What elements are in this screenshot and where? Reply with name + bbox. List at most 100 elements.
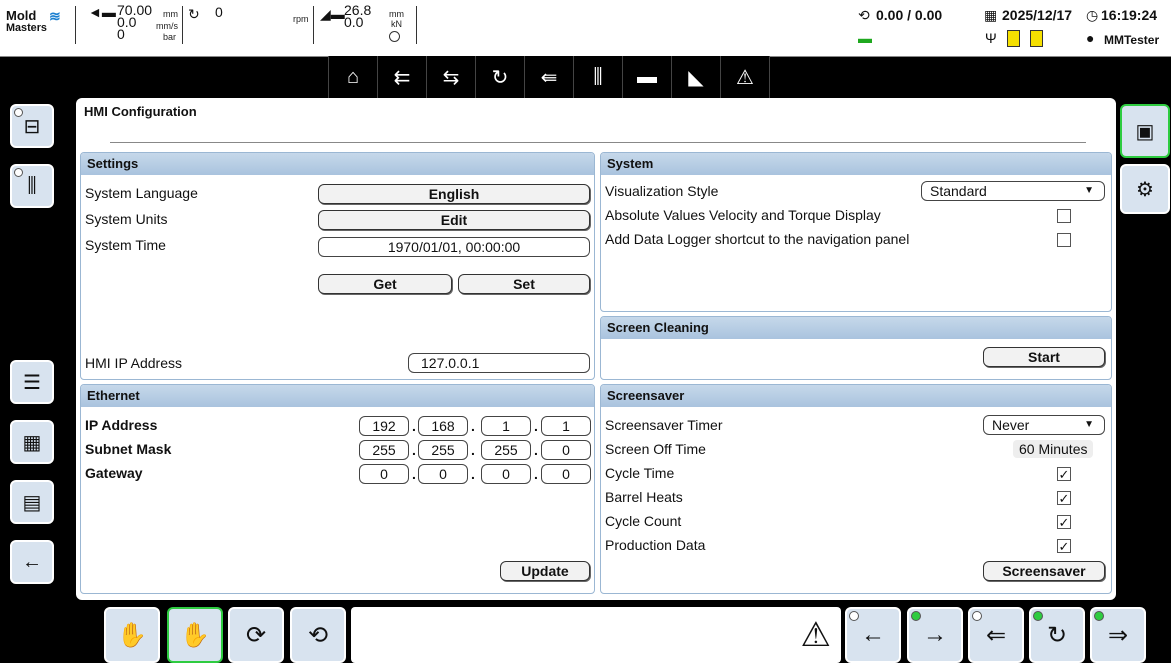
- system-time-label: System Time: [85, 237, 166, 253]
- gateway-octet-2[interactable]: 0: [418, 464, 468, 484]
- screw-recovery-button[interactable]: ↻: [1029, 607, 1085, 663]
- username: MMTester: [1104, 33, 1160, 47]
- unit-label: rpm: [293, 14, 309, 24]
- document-button[interactable]: ▤: [10, 480, 54, 524]
- language-button[interactable]: English: [318, 184, 590, 204]
- subnet-octet-2[interactable]: 255: [418, 440, 468, 460]
- nozzle-back-icon: ←: [861, 621, 885, 648]
- gateway-octet-4[interactable]: 0: [541, 464, 591, 484]
- set-time-button[interactable]: Set: [458, 274, 590, 294]
- gateway-fields: 0.0.0.0: [81, 464, 594, 484]
- hmi-ip-field[interactable]: 127.0.0.1: [408, 353, 590, 373]
- nav-home-button[interactable]: ⌂: [328, 56, 378, 98]
- nav-hold-button[interactable]: ⇆: [426, 56, 476, 98]
- get-time-button[interactable]: Get: [318, 274, 452, 294]
- auto-cycle-button[interactable]: ⟲: [290, 607, 346, 663]
- injection-back-button[interactable]: ⇐: [968, 607, 1024, 663]
- cycle-count-label: Cycle Count: [605, 513, 682, 529]
- ip-octet-1[interactable]: 192: [359, 416, 409, 436]
- subnet-mask-fields: 255. 255. 255. 0: [81, 440, 594, 460]
- ip-octet-2[interactable]: 168: [418, 416, 468, 436]
- system-units-label: System Units: [85, 211, 168, 227]
- nav-nozzle-button[interactable]: ⇚: [524, 56, 574, 98]
- visualization-style-label: Visualization Style: [605, 183, 719, 199]
- notes-icon[interactable]: [1007, 30, 1020, 47]
- back-button[interactable]: ←: [10, 540, 54, 584]
- injection-forward-icon: ⇒: [1107, 621, 1129, 649]
- unit-label: bar: [163, 32, 177, 42]
- screensaver-timer-label: Screensaver Timer: [605, 417, 723, 433]
- ethernet-header: Ethernet: [81, 385, 594, 407]
- gateway-octet-1[interactable]: 0: [359, 464, 409, 484]
- absolute-values-checkbox[interactable]: [1057, 209, 1071, 223]
- injection-back-icon: ⇐: [985, 621, 1007, 649]
- unit-label: mm: [163, 9, 178, 19]
- ip-separator: .: [471, 442, 475, 458]
- mold-masters-logo: Mold Masters ≋: [6, 8, 61, 34]
- screensaver-timer-select[interactable]: Never ▼: [983, 415, 1105, 435]
- barrel-heats-checkbox[interactable]: ✓: [1057, 491, 1071, 506]
- calculator-button[interactable]: ▦: [10, 420, 54, 464]
- nozzle-back-button[interactable]: ←: [845, 607, 901, 663]
- subnet-octet-3[interactable]: 255: [481, 440, 531, 460]
- manual-mode-button[interactable]: ✋: [167, 607, 223, 663]
- status-header: Mold Masters ≋ ◄▬ 70.00 0.0 0 mm mm/s bar…: [0, 0, 1171, 57]
- ip-octet-4[interactable]: 1: [541, 416, 591, 436]
- display-settings-button[interactable]: ▣: [1120, 104, 1170, 158]
- clock-icon: ◷: [1086, 7, 1099, 23]
- production-data-label: Production Data: [605, 537, 706, 553]
- recipe-icon[interactable]: [1030, 30, 1043, 47]
- user-icon: ●: [1086, 30, 1095, 46]
- top-navigation: ⌂ ⇇ ⇆ ↻ ⇚ ⫼ ▬ ◣ ⚠: [328, 56, 770, 98]
- menu-icon: ☰: [23, 371, 41, 394]
- single-cycle-button[interactable]: ⟳: [228, 607, 284, 663]
- nav-injection-button[interactable]: ⇇: [377, 56, 427, 98]
- start-cleaning-button[interactable]: Start: [983, 347, 1105, 367]
- nozzle-forward-button[interactable]: →: [907, 607, 963, 663]
- ip-separator: .: [534, 418, 538, 434]
- gateway-octet-3[interactable]: 0: [481, 464, 531, 484]
- screen-off-time-value: 60 Minutes: [1013, 440, 1094, 458]
- production-data-checkbox[interactable]: ✓: [1057, 539, 1071, 554]
- nav-heater-button[interactable]: ⫼: [573, 56, 623, 98]
- screensaver-timer-value: Never: [992, 417, 1030, 433]
- cycle-count-checkbox[interactable]: ✓: [1057, 515, 1071, 530]
- menu-button[interactable]: ☰: [10, 360, 54, 404]
- settings-group: Settings System Language English System …: [80, 152, 595, 380]
- visualization-style-value: Standard: [930, 183, 987, 199]
- screw-speed-value: 0: [215, 4, 223, 20]
- injection-status-icon: ▬: [858, 30, 872, 46]
- ethernet-group: Ethernet IP Address 192. 168. 1. 1 Subnet M…: [80, 384, 595, 594]
- screensaver-button[interactable]: Screensaver: [983, 561, 1105, 581]
- system-time-field[interactable]: 1970/01/01, 00:00:00: [318, 237, 590, 257]
- visualization-style-select[interactable]: Standard ▼: [921, 181, 1105, 201]
- alarm-message-box[interactable]: ⚠: [351, 607, 841, 663]
- nav-mold-button[interactable]: ▬: [622, 56, 672, 98]
- update-button[interactable]: Update: [500, 561, 590, 581]
- absolute-values-label: Absolute Values Velocity and Torque Disp…: [605, 207, 881, 223]
- subnet-octet-1[interactable]: 255: [359, 440, 409, 460]
- time-display: 16:19:24: [1101, 7, 1158, 23]
- heater-icon: ⫼: [593, 65, 603, 88]
- ip-address-fields: 192. 168. 1. 1: [81, 416, 594, 436]
- nav-chart-button[interactable]: ◣: [671, 56, 721, 98]
- back-arrow-icon: ←: [22, 550, 42, 573]
- semi-auto-button[interactable]: ✋: [104, 607, 160, 663]
- usb-icon: Ψ: [985, 30, 997, 46]
- screen-off-time-label: Screen Off Time: [605, 441, 706, 457]
- units-edit-button[interactable]: Edit: [318, 210, 590, 230]
- system-settings-button[interactable]: ⚙: [1120, 164, 1170, 214]
- heater-control-button[interactable]: ⊟: [10, 104, 54, 148]
- calendar-icon: ▦: [984, 7, 998, 23]
- nav-alarm-button[interactable]: ⚠: [720, 56, 770, 98]
- ip-separator: .: [412, 418, 416, 434]
- subnet-octet-4[interactable]: 0: [541, 440, 591, 460]
- nozzle-icon: ⇚: [540, 66, 558, 89]
- ip-octet-3[interactable]: 1: [481, 416, 531, 436]
- data-logger-checkbox[interactable]: [1057, 233, 1071, 247]
- cycle-time-checkbox[interactable]: ✓: [1057, 467, 1071, 482]
- nav-screw-recovery-button[interactable]: ↻: [475, 56, 525, 98]
- injection-forward-button[interactable]: ⇒: [1090, 607, 1146, 663]
- temperature-button[interactable]: ⫼: [10, 164, 54, 208]
- gears-icon: ⚙: [1136, 178, 1154, 201]
